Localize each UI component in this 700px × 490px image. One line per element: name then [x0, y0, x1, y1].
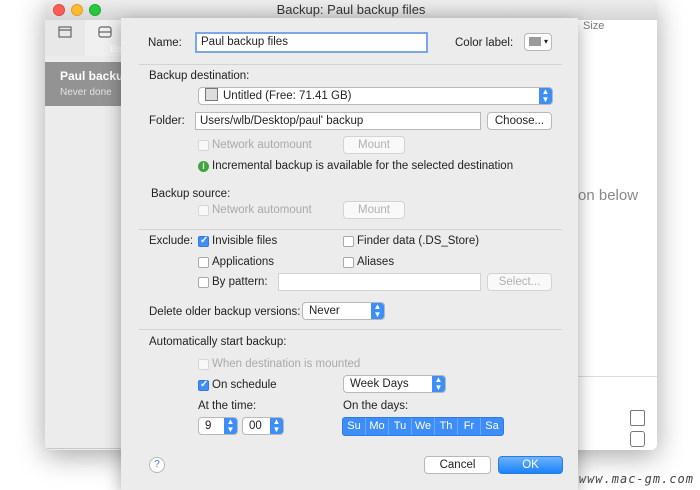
hour-value: 9: [205, 420, 212, 432]
day-thursday[interactable]: Th: [435, 418, 458, 435]
by-pattern-label: By pattern:: [212, 276, 268, 288]
chevron-updown-icon: ▲ ▼: [371, 303, 384, 319]
at-time-label: At the time:: [198, 400, 257, 412]
name-field[interactable]: Paul backup files: [195, 32, 428, 53]
watermark: www.mac-gm.com: [578, 472, 694, 486]
clock-icon[interactable]: [630, 431, 645, 447]
schedule-value: Week Days: [350, 378, 409, 390]
schedule-popup[interactable]: Week Days ▲ ▼: [343, 375, 446, 393]
archive-icon: [58, 26, 72, 38]
backup-list-item[interactable]: Paul backu Never done: [45, 62, 125, 106]
folder-field[interactable]: Users/wlb/Desktop/paul' backup: [195, 112, 481, 130]
stepper-icon: ▲ ▼: [270, 418, 283, 434]
destination-value: Untitled (Free: 71.41 GB): [223, 90, 352, 102]
backup-item-status: Never done: [60, 87, 112, 98]
tab-archive[interactable]: [45, 20, 85, 56]
content-pane: Size on below: [575, 20, 657, 450]
disk-icon: [205, 88, 218, 101]
when-mounted-checkbox[interactable]: [198, 359, 209, 370]
backup-source-label: Backup source:: [151, 188, 231, 200]
sidebar-tabs: Ba: [45, 20, 125, 56]
day-saturday[interactable]: Sa: [481, 418, 503, 435]
zoom-window-button[interactable]: [89, 4, 101, 16]
day-sunday[interactable]: Su: [343, 418, 366, 435]
source-network-automount-checkbox[interactable]: [198, 205, 209, 216]
cancel-button[interactable]: Cancel: [424, 456, 491, 474]
divider: [139, 329, 562, 330]
destination-popup[interactable]: Untitled (Free: 71.41 GB) ▲ ▼: [198, 87, 553, 105]
exclude-label: Exclude:: [149, 235, 194, 247]
delete-older-value: Never: [309, 305, 340, 317]
document-icon[interactable]: [630, 410, 645, 426]
sidebar: Ba Paul backu Never done + −: [45, 20, 125, 450]
chevron-updown-icon: ▲ ▼: [432, 376, 445, 392]
on-schedule-label: On schedule: [212, 379, 277, 391]
applications-checkbox[interactable]: [198, 257, 209, 268]
when-mounted-label: When destination is mounted: [212, 358, 361, 370]
on-days-label: On the days:: [343, 400, 409, 412]
color-label-picker[interactable]: ▾: [524, 33, 552, 51]
minute-stepper[interactable]: 00 ▲ ▼: [242, 417, 284, 435]
stepper-icon: ▲ ▼: [224, 418, 237, 434]
mount-button[interactable]: Mount: [343, 136, 405, 154]
close-window-button[interactable]: [53, 4, 65, 16]
invisible-files-label: Invisible files: [212, 235, 278, 247]
minute-value: 00: [249, 420, 262, 432]
backup-item-title: Paul backu: [60, 69, 124, 83]
day-tuesday[interactable]: Tu: [389, 418, 412, 435]
finder-data-checkbox[interactable]: [343, 236, 354, 247]
day-monday[interactable]: Mo: [366, 418, 389, 435]
source-network-automount-label: Network automount: [212, 204, 312, 216]
choose-button[interactable]: Choose...: [487, 112, 552, 130]
window-title: Backup: Paul backup files: [276, 2, 426, 17]
select-button[interactable]: Select...: [487, 273, 552, 291]
folder-label: Folder:: [149, 115, 185, 127]
delete-older-label: Delete older backup versions:: [149, 306, 301, 318]
applications-label: Applications: [212, 256, 275, 268]
divider: [139, 229, 562, 230]
color-label: Color label:: [455, 37, 514, 49]
by-pattern-checkbox[interactable]: [198, 277, 209, 288]
backup-destination-label: Backup destination:: [149, 70, 250, 82]
chevron-down-icon: ▾: [543, 37, 548, 46]
delete-older-popup[interactable]: Never ▲ ▼: [302, 302, 385, 320]
hour-stepper[interactable]: 9 ▲ ▼: [198, 417, 238, 435]
chevron-updown-icon: ▲ ▼: [539, 88, 552, 104]
hint-text: on below: [578, 187, 639, 204]
incremental-info-text: Incremental backup is available for the …: [212, 160, 514, 172]
days-selector: Su Mo Tu We Th Fr Sa: [342, 417, 504, 436]
network-automount-checkbox[interactable]: [198, 140, 209, 151]
invisible-files-checkbox[interactable]: [198, 235, 209, 247]
finder-data-label: Finder data (.DS_Store): [357, 235, 480, 247]
ok-button[interactable]: OK: [498, 456, 563, 474]
day-wednesday[interactable]: We: [412, 418, 435, 435]
color-swatch: [529, 37, 541, 46]
info-icon: i: [198, 161, 209, 172]
day-friday[interactable]: Fr: [458, 418, 481, 435]
divider: [575, 376, 657, 377]
on-schedule-checkbox[interactable]: [198, 379, 209, 391]
help-button[interactable]: ?: [149, 457, 165, 473]
auto-start-label: Automatically start backup:: [149, 336, 287, 348]
aliases-label: Aliases: [357, 256, 395, 268]
sidebar-footer: + −: [45, 448, 125, 450]
backup-settings-sheet: Name: Paul backup files Color label: ▾ B…: [121, 18, 578, 490]
column-header-size[interactable]: Size: [583, 20, 604, 32]
source-mount-button[interactable]: Mount: [343, 201, 405, 219]
network-automount-label: Network automount: [212, 139, 312, 151]
aliases-checkbox[interactable]: [343, 257, 354, 268]
pattern-field[interactable]: [278, 273, 481, 291]
divider: [139, 64, 562, 65]
name-label: Name:: [148, 37, 182, 49]
minimize-window-button[interactable]: [71, 4, 83, 16]
